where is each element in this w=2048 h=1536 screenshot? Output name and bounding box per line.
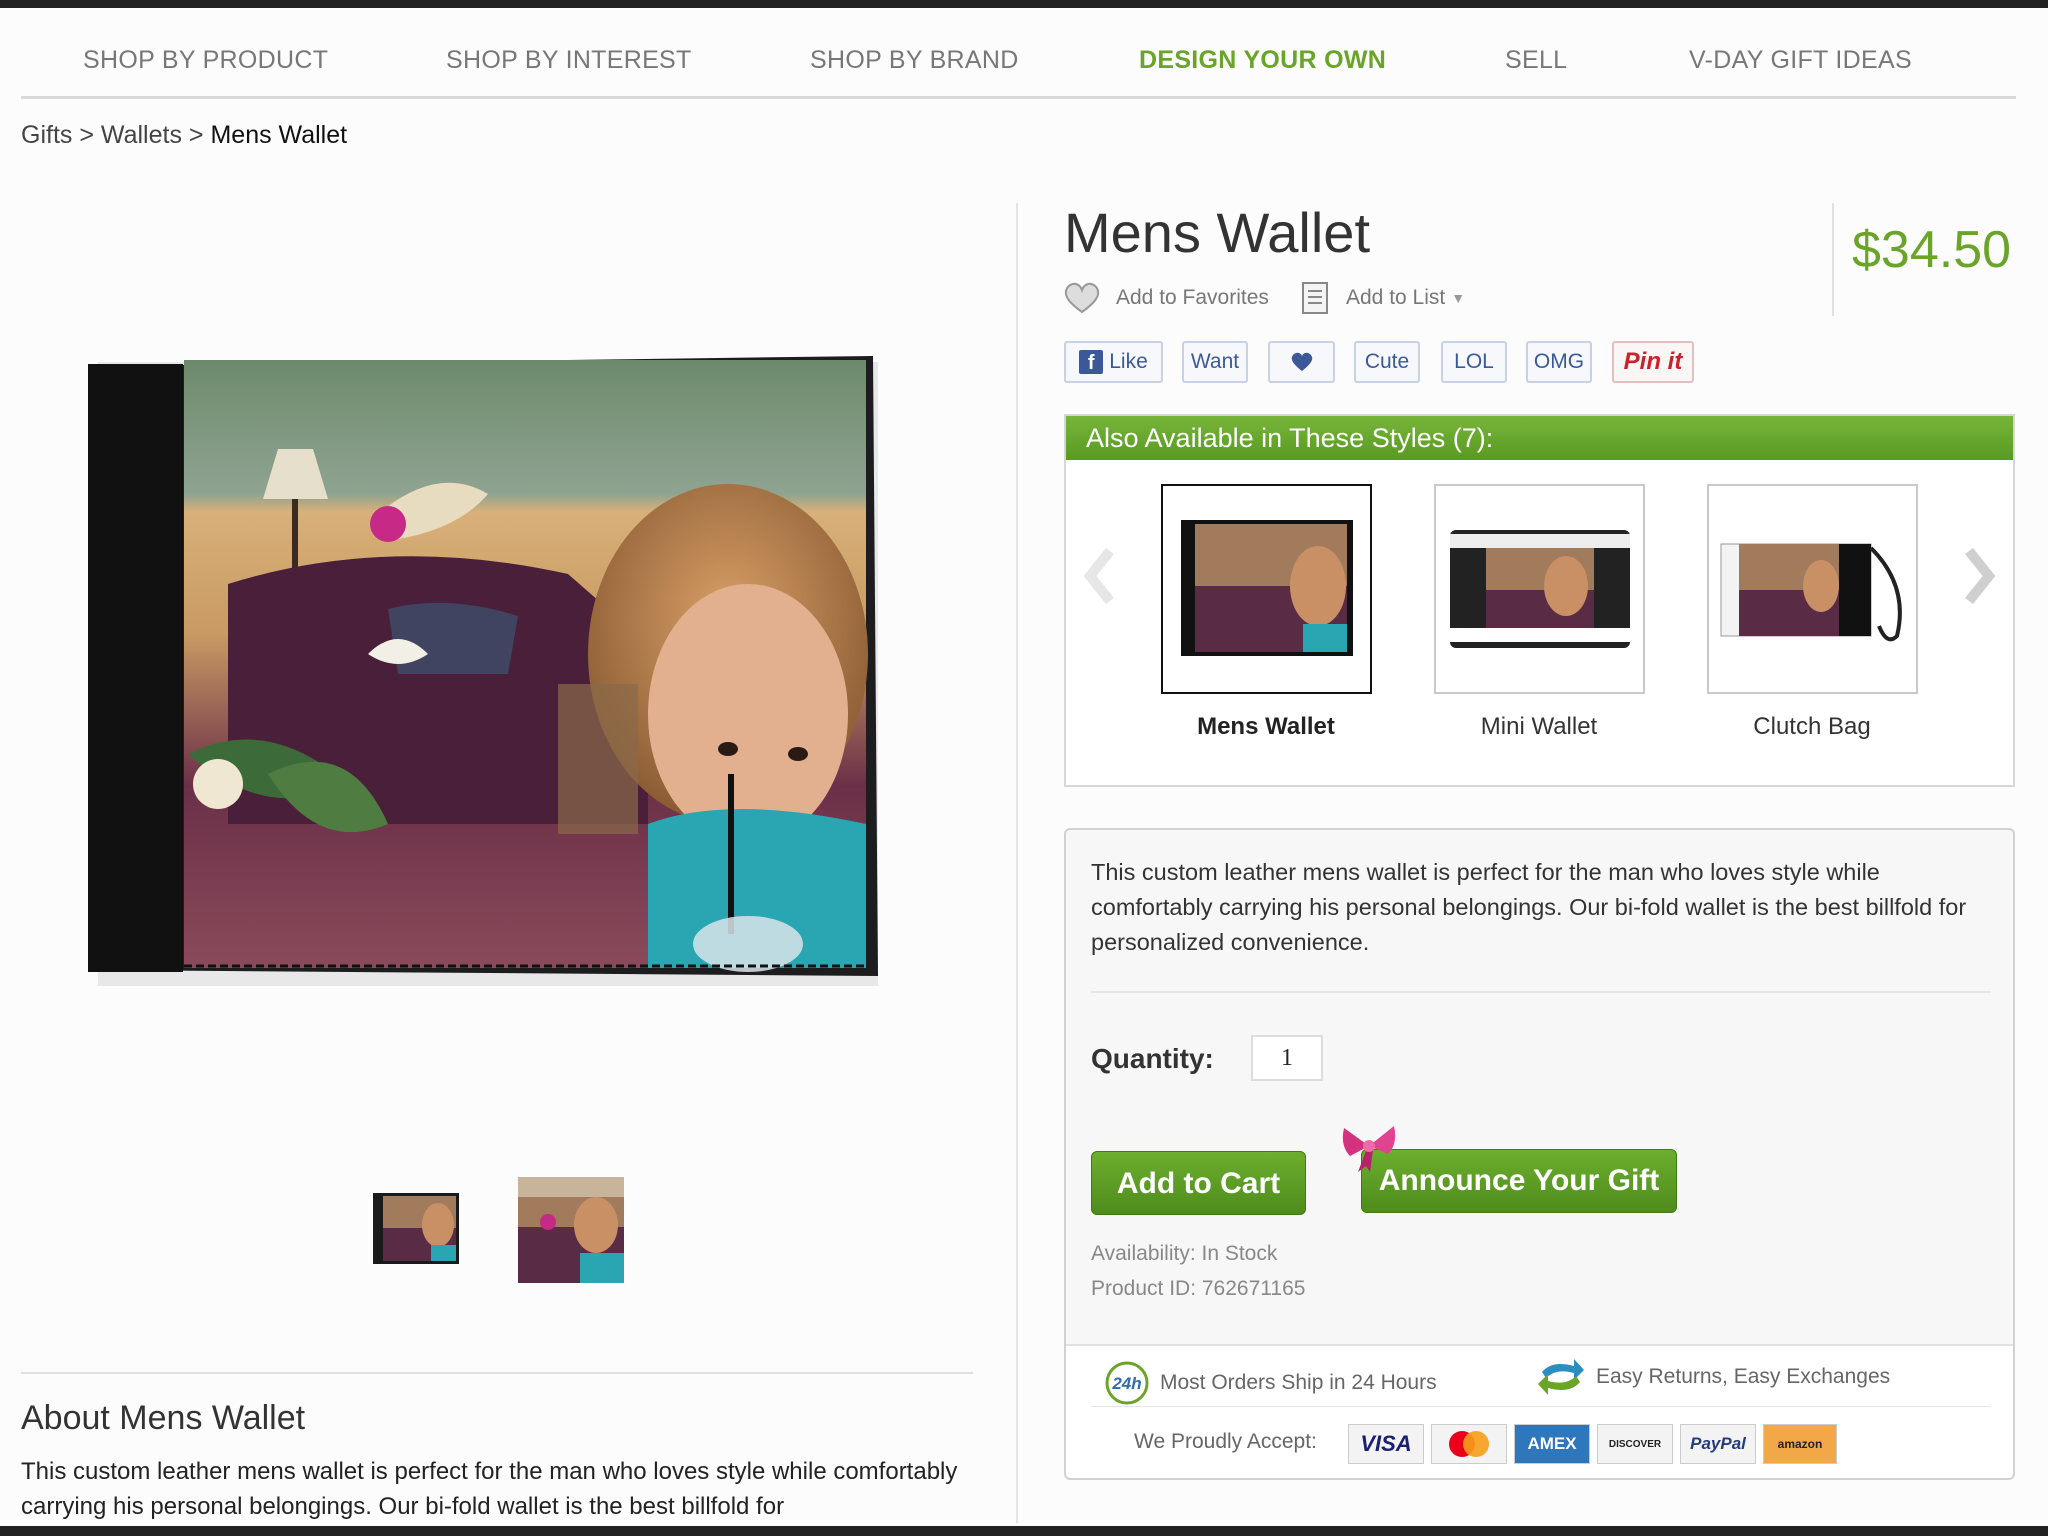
nav-sell[interactable]: SELL bbox=[1505, 46, 1567, 75]
purchase-panel: This custom leather mens wallet is perfe… bbox=[1064, 828, 2015, 1480]
column-divider bbox=[1016, 203, 1018, 1523]
ship-24h-text: Most Orders Ship in 24 Hours bbox=[1160, 1371, 1437, 1394]
style-label-clutch-bag: Clutch Bag bbox=[1753, 713, 1871, 740]
main-product-image bbox=[88, 356, 878, 986]
style-card-clutch-bag[interactable] bbox=[1707, 484, 1918, 694]
svg-text:24h: 24h bbox=[1111, 1374, 1141, 1393]
discover-card-icon: DISCOVER bbox=[1597, 1424, 1673, 1464]
about-divider bbox=[21, 1372, 973, 1374]
breadcrumb-wallets[interactable]: Wallets bbox=[101, 121, 182, 149]
facebook-icon: f bbox=[1079, 350, 1104, 374]
heart-icon bbox=[1291, 352, 1312, 371]
purchase-divider bbox=[1091, 991, 1991, 993]
about-title: About Mens Wallet bbox=[21, 1399, 306, 1437]
about-text: This custom leather mens wallet is perfe… bbox=[21, 1458, 958, 1520]
cute-button[interactable]: Cute bbox=[1354, 341, 1420, 383]
nav-design-your-own[interactable]: DESIGN YOUR OWN bbox=[1139, 46, 1386, 75]
mini-wallet-thumbnail bbox=[1450, 530, 1630, 648]
add-to-list-button[interactable]: Add to List ▼ bbox=[1300, 281, 1465, 315]
product-id-text: Product ID: 762671165 bbox=[1091, 1277, 1306, 1300]
style-label-mini-wallet: Mini Wallet bbox=[1480, 713, 1598, 740]
add-to-favorites-label: Add to Favorites bbox=[1116, 286, 1269, 309]
shipping-divider bbox=[1091, 1406, 1991, 1407]
omg-button[interactable]: OMG bbox=[1526, 341, 1592, 383]
24h-icon: 24h bbox=[1105, 1361, 1149, 1405]
nav-shop-by-interest[interactable]: SHOP BY INTEREST bbox=[446, 46, 692, 75]
add-to-cart-button[interactable]: Add to Cart bbox=[1091, 1151, 1306, 1215]
chevron-right-icon[interactable] bbox=[1959, 536, 1999, 616]
quantity-label: Quantity: bbox=[1091, 1043, 1214, 1074]
style-card-mens-wallet[interactable] bbox=[1161, 484, 1372, 694]
love-button[interactable] bbox=[1268, 341, 1335, 383]
thumbnail-wallet-front[interactable] bbox=[373, 1193, 459, 1264]
nav-shop-by-product[interactable]: SHOP BY PRODUCT bbox=[83, 46, 328, 75]
main-nav: SHOP BY PRODUCT SHOP BY INTEREST SHOP BY… bbox=[21, 8, 2016, 99]
mens-wallet-thumbnail bbox=[1181, 520, 1353, 656]
amazon-payments-icon: amazon bbox=[1763, 1424, 1837, 1464]
thumbnail-design-photo[interactable] bbox=[518, 1177, 624, 1283]
visa-card-icon: VISA bbox=[1348, 1424, 1424, 1464]
nav-vday-gift-ideas[interactable]: V-DAY GIFT IDEAS bbox=[1689, 46, 1912, 75]
styles-panel: Also Available in These Styles (7): Mens… bbox=[1064, 414, 2015, 787]
easy-returns-text: Easy Returns, Easy Exchanges bbox=[1596, 1365, 1891, 1388]
facebook-like-label: Like bbox=[1109, 350, 1148, 373]
top-bar bbox=[0, 0, 2048, 8]
quantity-input[interactable] bbox=[1251, 1035, 1323, 1081]
product-price: $34.50 bbox=[1852, 221, 2012, 279]
easy-returns-notice: Easy Returns, Easy Exchanges bbox=[1536, 1356, 1890, 1398]
clutch-bag-thumbnail bbox=[1720, 543, 1902, 642]
amex-card-icon: AMEX bbox=[1514, 1424, 1590, 1464]
pinterest-button[interactable]: Pin it bbox=[1612, 341, 1694, 383]
paypal-card-icon: PayPal bbox=[1680, 1424, 1756, 1464]
style-card-mini-wallet[interactable] bbox=[1434, 484, 1645, 694]
add-to-list-label: Add to List bbox=[1346, 286, 1446, 309]
document-icon bbox=[1302, 282, 1328, 314]
price-divider bbox=[1832, 203, 1834, 316]
exchange-arrows-icon bbox=[1538, 1359, 1584, 1395]
announce-gift-button[interactable]: Announce Your Gift bbox=[1361, 1149, 1677, 1213]
breadcrumb: Gifts > Wallets > Mens Wallet bbox=[21, 121, 347, 150]
breadcrumb-current: Mens Wallet bbox=[210, 121, 348, 149]
breadcrumb-separator: > bbox=[188, 121, 204, 149]
facebook-like-button[interactable]: f Like bbox=[1064, 341, 1163, 383]
style-label-mens-wallet: Mens Wallet bbox=[1197, 713, 1335, 740]
add-to-favorites-button[interactable]: Add to Favorites bbox=[1064, 281, 1269, 315]
styles-header: Also Available in These Styles (7): bbox=[1066, 416, 2013, 460]
shipping-info: 24h Most Orders Ship in 24 Hours Easy Re… bbox=[1066, 1344, 2013, 1478]
gift-bow-icon bbox=[1342, 1126, 1396, 1172]
heart-icon bbox=[1064, 282, 1100, 314]
accept-label: We Proudly Accept: bbox=[1134, 1430, 1317, 1453]
want-button[interactable]: Want bbox=[1182, 341, 1248, 383]
breadcrumb-gifts[interactable]: Gifts bbox=[21, 121, 72, 149]
mastercard-card-icon bbox=[1431, 1424, 1507, 1464]
breadcrumb-separator: > bbox=[79, 121, 94, 149]
product-description: This custom leather mens wallet is perfe… bbox=[1091, 859, 1967, 955]
chevron-left-icon[interactable] bbox=[1080, 536, 1120, 616]
ship-24h-notice: 24h Most Orders Ship in 24 Hours bbox=[1104, 1360, 1437, 1406]
lol-button[interactable]: LOL bbox=[1441, 341, 1507, 383]
chevron-down-icon: ▼ bbox=[1451, 290, 1466, 306]
nav-shop-by-brand[interactable]: SHOP BY BRAND bbox=[810, 46, 1019, 75]
product-title: Mens Wallet bbox=[1064, 201, 1371, 264]
bottom-bar bbox=[0, 1526, 2048, 1536]
availability-text: Availability: In Stock bbox=[1091, 1242, 1278, 1265]
